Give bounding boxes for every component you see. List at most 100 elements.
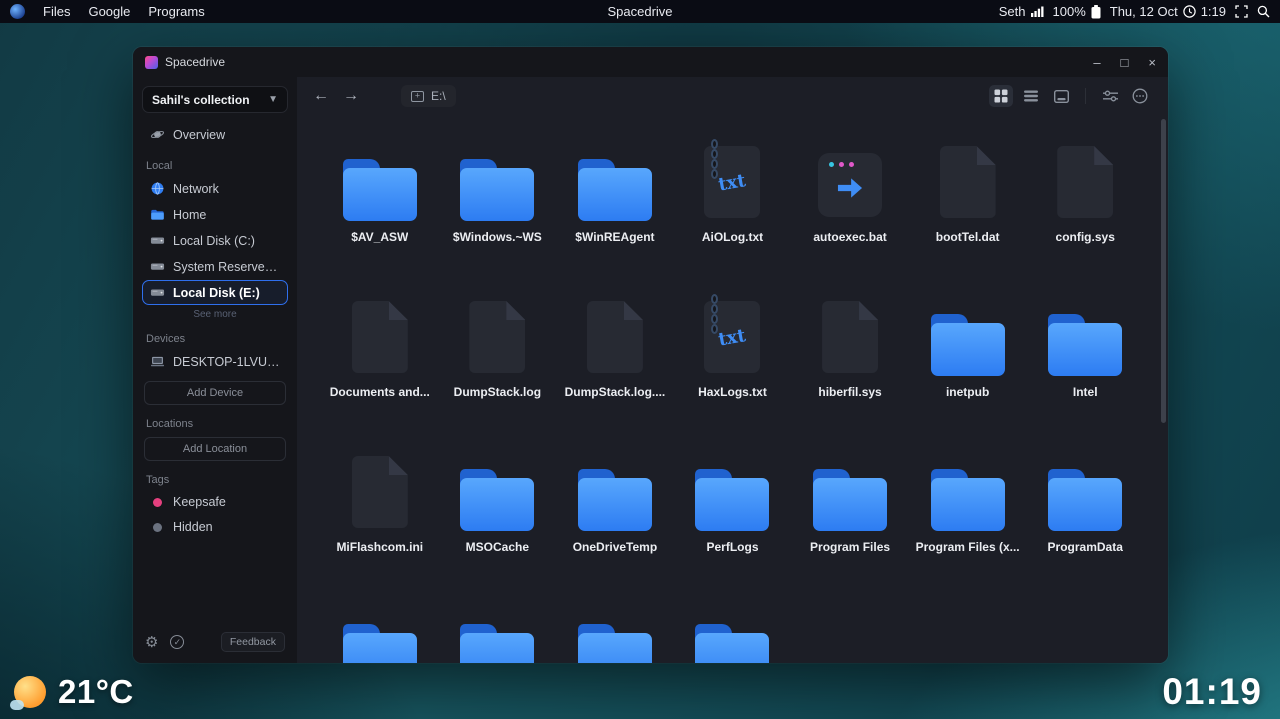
file-item[interactable] [321,592,439,663]
settings-gear-icon[interactable]: ⚙ [145,635,158,650]
folder-icon [341,159,419,221]
file-item[interactable]: hiberfil.sys [791,282,909,437]
see-more-link[interactable]: See more [142,309,288,320]
menu-google[interactable]: Google [88,4,130,19]
home-folder-icon [151,209,164,220]
file-item[interactable]: DumpStack.log.... [556,282,674,437]
tag-item[interactable]: Hidden [142,515,288,539]
folder-icon [693,469,771,531]
sidebar-item-overview[interactable]: Overview [142,122,288,147]
drive-icon [150,263,165,270]
list-view-icon [1024,90,1038,102]
feedback-button[interactable]: Feedback [220,632,285,652]
list-view-button[interactable] [1019,85,1043,107]
spacedrive-window: Spacedrive – □ × Sahil's collection ▼ Ov… [133,47,1168,663]
file-item[interactable]: $WinREAgent [556,127,674,282]
user-indicator[interactable]: Seth [999,4,1044,19]
desktop: Files Google Programs Spacedrive Seth 10… [0,0,1280,719]
sidebar-local-list: Network Home Local Disk (C:) System Reserve… [142,176,288,305]
search-icon[interactable] [1257,5,1270,18]
folder-icon [576,469,654,531]
library-selector[interactable]: Sahil's collection ▼ [142,86,288,113]
close-button[interactable]: × [1148,56,1156,69]
window-title: Spacedrive [165,55,226,69]
file-item[interactable]: Documents and... [321,282,439,437]
file-item[interactable]: Program Files (x... [909,437,1027,592]
file-item[interactable]: autoexec.bat [791,127,909,282]
path-tab[interactable]: E:\ [401,85,456,107]
folder-icon [693,624,771,663]
forward-button[interactable]: → [343,88,359,104]
sidebar-item[interactable]: Network [142,176,288,201]
file-item[interactable]: txt AiOLog.txt [674,127,792,282]
active-app-title: Spacedrive [607,4,673,19]
tag-dot-icon [153,522,162,532]
grid-view-button[interactable] [989,85,1013,107]
chevron-down-icon: ▼ [268,94,278,105]
sidebar-device-item[interactable]: DESKTOP-1LVU3DB [142,349,288,374]
file-item[interactable]: $AV_ASW [321,127,439,282]
sidebar-item[interactable]: Local Disk (E:) [142,280,288,305]
more-options-button[interactable] [1128,85,1152,107]
section-label-devices: Devices [146,333,186,345]
add-location-button[interactable]: Add Location [144,437,286,461]
file-item[interactable]: Intel [1026,282,1144,437]
file-icon [822,301,879,373]
battery-indicator[interactable]: 100% [1053,4,1101,19]
window-titlebar[interactable]: Spacedrive – □ × [133,47,1168,77]
add-device-button[interactable]: Add Device [144,381,286,405]
file-item[interactable]: MSOCache [439,437,557,592]
file-item[interactable]: $Windows.~WS [439,127,557,282]
file-item[interactable]: txt HaxLogs.txt [674,282,792,437]
drive-icon [150,289,165,296]
folder-icon [576,624,654,663]
sliders-icon [1102,90,1118,102]
menu-files[interactable]: Files [43,4,70,19]
maximize-button[interactable]: □ [1121,56,1129,69]
file-item[interactable]: PerfLogs [674,437,792,592]
scrollbar[interactable] [1161,119,1166,423]
file-item[interactable]: DumpStack.log [439,282,557,437]
section-label-local: Local [146,160,173,172]
bat-file-icon [818,153,883,217]
file-icon [1057,146,1114,218]
tag-item[interactable]: Keepsafe [142,490,288,514]
folder-icon [458,159,536,221]
file-item[interactable]: inetpub [909,282,1027,437]
jobs-check-icon[interactable]: ✓ [170,635,185,649]
folder-icon [811,469,889,531]
file-item[interactable]: config.sys [1026,127,1144,282]
sidebar-item[interactable]: System Reserved... [142,254,288,279]
file-item[interactable]: OneDriveTemp [556,437,674,592]
file-item[interactable] [556,592,674,663]
sidebar-item[interactable]: Local Disk (C:) [142,228,288,253]
explorer-content: ← → E:\ [297,77,1168,663]
file-item[interactable] [674,592,792,663]
file-item[interactable]: MiFlashcom.ini [321,437,439,592]
minimize-button[interactable]: – [1093,56,1100,69]
file-icon [351,301,408,373]
sidebar-tags-list: Keepsafe Hidden [142,490,288,539]
sidebar-devices-list: DESKTOP-1LVU3DB [142,349,288,374]
file-item[interactable]: bootTel.dat [909,127,1027,282]
file-item[interactable] [439,592,557,663]
media-view-button[interactable] [1049,85,1073,107]
datetime-indicator[interactable]: Thu, 12 Oct 1:19 [1110,4,1226,19]
system-logo-icon[interactable] [10,4,25,19]
back-button[interactable]: ← [313,88,329,104]
drive-icon [150,237,165,244]
sidebar: Sahil's collection ▼ Overview Local Netw… [133,77,297,663]
spacedrive-logo-icon [145,55,158,69]
fullscreen-icon[interactable] [1235,5,1248,18]
filter-sliders-button[interactable] [1098,85,1122,107]
temperature: 21°C [58,673,134,710]
file-item[interactable]: ProgramData [1026,437,1144,592]
file-item[interactable]: Program Files [791,437,909,592]
sidebar-item[interactable]: Home [142,202,288,227]
folder-icon [458,469,536,531]
folder-icon [929,469,1007,531]
folder-icon [1046,314,1124,376]
menu-programs[interactable]: Programs [148,4,204,19]
network-globe-icon [151,182,164,195]
section-label-locations: Locations [146,418,194,430]
